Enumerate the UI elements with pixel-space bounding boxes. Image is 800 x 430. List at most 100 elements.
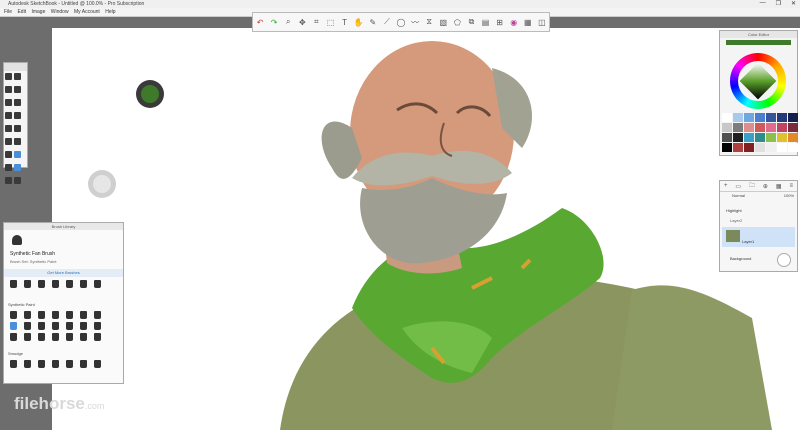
- image-layer-icon[interactable]: ▦: [776, 183, 782, 190]
- brush-item[interactable]: [10, 360, 17, 368]
- brush-item[interactable]: [94, 311, 101, 319]
- brush-preset-icon[interactable]: [5, 151, 12, 158]
- palette-swatch[interactable]: [766, 143, 776, 152]
- merge-layer-icon[interactable]: ⊕: [763, 183, 768, 190]
- brush-item[interactable]: [52, 280, 59, 288]
- brush-item[interactable]: [80, 280, 87, 288]
- brush-preset-icon[interactable]: [5, 112, 12, 119]
- brush-item[interactable]: [66, 333, 73, 341]
- brush-item[interactable]: [52, 360, 59, 368]
- brush-preset-icon[interactable]: [14, 86, 21, 93]
- blend-mode-select[interactable]: Normal: [732, 193, 745, 198]
- palette-swatch[interactable]: [766, 133, 776, 142]
- brush-preset-icon[interactable]: [5, 138, 12, 145]
- copy-icon[interactable]: ⧉: [466, 17, 476, 27]
- color-wheel[interactable]: [730, 53, 786, 109]
- menu-my-account[interactable]: My Account: [74, 8, 100, 16]
- maximize-button[interactable]: ❐: [776, 0, 781, 8]
- brush-item[interactable]: [52, 333, 59, 341]
- palette-swatch[interactable]: [755, 143, 765, 152]
- symmetry-icon[interactable]: ⧖: [424, 17, 434, 27]
- brush-preset-icon[interactable]: [5, 125, 12, 132]
- brush-preset-icon[interactable]: [5, 73, 12, 80]
- current-color-swatch[interactable]: [726, 40, 791, 45]
- brush-item[interactable]: [94, 360, 101, 368]
- brush-preset-icon[interactable]: [14, 125, 21, 132]
- layer-row-layer1[interactable]: Layer1: [722, 227, 795, 247]
- palette-swatch[interactable]: [788, 113, 798, 122]
- brush-item[interactable]: [38, 280, 45, 288]
- brush-item[interactable]: [38, 333, 45, 341]
- menu-file[interactable]: File: [4, 8, 12, 16]
- undo-icon[interactable]: ↶: [255, 17, 265, 27]
- drawing-canvas[interactable]: [52, 28, 800, 430]
- move-icon[interactable]: ✥: [297, 17, 307, 27]
- brush-preset-icon[interactable]: [14, 99, 21, 106]
- ellipse-icon[interactable]: ◯: [396, 17, 406, 27]
- menu-window[interactable]: Window: [51, 8, 69, 16]
- palette-swatch[interactable]: [744, 113, 754, 122]
- palette-swatch[interactable]: [744, 123, 754, 132]
- palette-swatch[interactable]: [755, 113, 765, 122]
- brush-item[interactable]: [52, 311, 59, 319]
- layer-menu-icon[interactable]: ≡: [789, 183, 793, 189]
- get-more-brushes-button[interactable]: Get More Brushes: [4, 269, 123, 277]
- palette-swatch[interactable]: [777, 143, 787, 152]
- fill-icon[interactable]: ▧: [438, 17, 448, 27]
- crop-icon[interactable]: ⌗: [311, 17, 321, 27]
- brush-item[interactable]: [24, 311, 31, 319]
- palette-swatch[interactable]: [777, 133, 787, 142]
- close-button[interactable]: ✕: [791, 0, 796, 8]
- brush-item-selected[interactable]: [10, 322, 17, 330]
- brush-item[interactable]: [80, 360, 87, 368]
- brush-preset-icon[interactable]: [5, 177, 12, 184]
- brush-preset-icon[interactable]: [14, 164, 21, 171]
- palette-icon[interactable]: ▦: [523, 17, 533, 27]
- brush-item[interactable]: [66, 311, 73, 319]
- brush-preset-icon[interactable]: [14, 73, 21, 80]
- folder-icon[interactable]: 🗀: [749, 181, 755, 191]
- layer-row-background[interactable]: Background: [722, 251, 795, 267]
- brush-preset-icon[interactable]: [5, 164, 12, 171]
- palette-swatch[interactable]: [722, 143, 732, 152]
- palette-swatch[interactable]: [755, 133, 765, 142]
- brush-item[interactable]: [80, 311, 87, 319]
- hand-icon[interactable]: ✋: [354, 17, 364, 27]
- layer-icon[interactable]: ▤: [481, 17, 491, 27]
- brush-preset-icon[interactable]: [14, 138, 21, 145]
- layer-group-icon[interactable]: ▭: [735, 183, 741, 190]
- palette-swatch[interactable]: [722, 123, 732, 132]
- opacity-value[interactable]: 100%: [784, 193, 794, 198]
- palette-swatch[interactable]: [788, 133, 798, 142]
- palette-swatch[interactable]: [788, 123, 798, 132]
- palette-swatch[interactable]: [722, 133, 732, 142]
- brush-item[interactable]: [52, 322, 59, 330]
- brush-preset-icon[interactable]: [14, 151, 21, 158]
- brush-item[interactable]: [66, 360, 73, 368]
- palette-swatch[interactable]: [733, 143, 743, 152]
- layer-row-highlight[interactable]: Highlight Layer2: [722, 205, 795, 225]
- palette-swatch[interactable]: [744, 133, 754, 142]
- palette-swatch[interactable]: [777, 113, 787, 122]
- palette-swatch[interactable]: [755, 123, 765, 132]
- brush-preset-icon[interactable]: [5, 99, 12, 106]
- brush-item[interactable]: [24, 280, 31, 288]
- brush-item[interactable]: [10, 280, 17, 288]
- brush-item[interactable]: [24, 333, 31, 341]
- palette-swatch[interactable]: [733, 133, 743, 142]
- grid-icon[interactable]: ⊞: [495, 17, 505, 27]
- brush-item[interactable]: [80, 322, 87, 330]
- palette-swatch[interactable]: [788, 143, 798, 152]
- menu-edit[interactable]: Edit: [17, 8, 26, 16]
- palette-swatch[interactable]: [744, 143, 754, 152]
- brush-item[interactable]: [66, 322, 73, 330]
- minimize-button[interactable]: —: [760, 0, 766, 8]
- palette-swatch[interactable]: [733, 113, 743, 122]
- brush-item[interactable]: [24, 322, 31, 330]
- brush-preset-icon[interactable]: [14, 177, 21, 184]
- shape-icon[interactable]: ⬠: [452, 17, 462, 27]
- text-icon[interactable]: T: [340, 17, 350, 27]
- add-layer-icon[interactable]: +: [724, 183, 728, 189]
- brush-item[interactable]: [38, 322, 45, 330]
- color-puck[interactable]: [136, 80, 164, 108]
